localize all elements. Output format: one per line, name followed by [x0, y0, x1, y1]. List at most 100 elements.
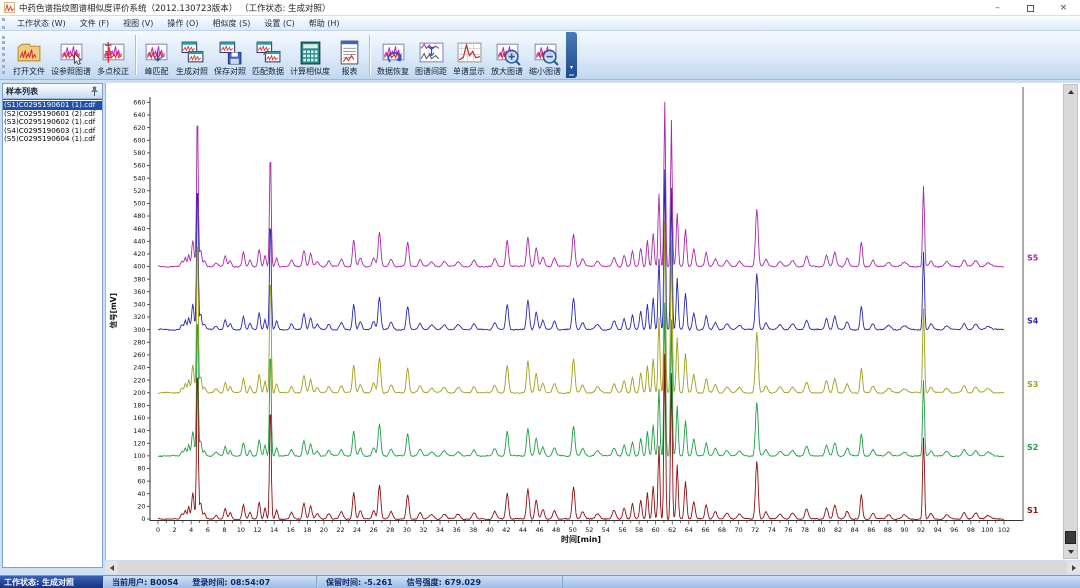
sample-list-title: 样本列表: [6, 86, 38, 97]
svg-text:14: 14: [270, 526, 278, 534]
svg-text:20: 20: [137, 503, 145, 511]
svg-text:340: 340: [133, 301, 145, 309]
toolbar-drag-handle[interactable]: [2, 36, 7, 74]
menu-item-work-state[interactable]: 工作状态 (W): [10, 17, 73, 30]
status-field: 登录时间: 08:54:07: [192, 577, 270, 588]
multi-point-calibration-button[interactable]: 多点校正: [94, 32, 132, 78]
y-axis-label: 信号[mV]: [108, 293, 118, 328]
svg-text:26: 26: [370, 526, 378, 534]
menu-item-help[interactable]: 帮助 (H): [302, 17, 347, 30]
calibration-icon: [100, 39, 127, 66]
menu-bar: 工作状态 (W)文件 (F)视图 (V)操作 (O)相似度 (S)设置 (C)帮…: [0, 16, 1080, 31]
svg-text:66: 66: [701, 526, 709, 534]
svg-text:22: 22: [336, 526, 344, 534]
scroll-down-button[interactable]: [1064, 545, 1077, 558]
scroll-up-button[interactable]: [1064, 85, 1077, 98]
menu-item-settings[interactable]: 设置 (C): [257, 17, 301, 30]
svg-text:300: 300: [133, 326, 145, 334]
toolbar-separator: [135, 35, 137, 75]
svg-text:320: 320: [133, 313, 145, 321]
svg-text:52: 52: [585, 526, 593, 534]
svg-text:68: 68: [718, 526, 726, 534]
toolbar-button-label: 放大图谱: [491, 66, 523, 77]
svg-text:32: 32: [419, 526, 427, 534]
menu-item-view[interactable]: 视图 (V): [116, 17, 160, 30]
svg-text:420: 420: [133, 250, 145, 258]
toolbar-button-label: 设参照图谱: [51, 66, 91, 77]
open-file-icon: [16, 39, 43, 66]
horizontal-scrollbar-track[interactable]: [118, 561, 1067, 574]
status-field: 信号强度: 679.029: [407, 577, 481, 588]
vertical-scrollbar-thumb[interactable]: [1065, 531, 1076, 544]
spectrum-spacing-button[interactable]: 图谱间距: [412, 32, 450, 78]
scroll-left-button[interactable]: [105, 561, 118, 574]
svg-text:520: 520: [133, 187, 145, 195]
app-icon: [4, 2, 15, 13]
svg-text:560: 560: [133, 162, 145, 170]
menu-item-operation[interactable]: 操作 (O): [160, 17, 205, 30]
svg-text:42: 42: [502, 526, 510, 534]
toolbar-button-label: 匹配数据: [252, 66, 284, 77]
save-reference-button[interactable]: 保存对照: [211, 32, 249, 78]
svg-text:600: 600: [133, 136, 145, 144]
chromatogram-chart[interactable]: 0204060801001201401601802002202402602803…: [106, 83, 1058, 560]
svg-text:78: 78: [801, 526, 809, 534]
peak-match-button[interactable]: 峰匹配: [140, 32, 173, 78]
peak-match-icon: [143, 39, 170, 66]
toolbar-button-label: 图谱间距: [415, 66, 447, 77]
scroll-right-button[interactable]: [1067, 561, 1080, 574]
svg-text:92: 92: [917, 526, 925, 534]
svg-text:24: 24: [353, 526, 361, 534]
report-button[interactable]: 报表: [333, 32, 366, 78]
svg-text:90: 90: [900, 526, 908, 534]
svg-text:82: 82: [834, 526, 842, 534]
svg-text:10: 10: [237, 526, 245, 534]
calculate-similarity-button[interactable]: 计算相似度: [287, 32, 333, 78]
single-display-icon: [456, 39, 483, 66]
svg-text:44: 44: [519, 526, 527, 534]
minimize-button[interactable]: –: [981, 0, 1014, 16]
toolbar-overflow-button[interactable]: ▾▁: [566, 32, 577, 78]
svg-text:74: 74: [768, 526, 776, 534]
svg-text:140: 140: [133, 427, 145, 435]
horizontal-scrollbar[interactable]: [105, 561, 1080, 574]
match-data-button[interactable]: 匹配数据: [249, 32, 287, 78]
svg-text:72: 72: [751, 526, 759, 534]
svg-text:8: 8: [222, 526, 226, 534]
vertical-scrollbar[interactable]: [1063, 84, 1078, 559]
sample-list-item[interactable]: (S5)C0295190604 (1).cdf: [3, 135, 102, 144]
svg-text:16: 16: [287, 526, 295, 534]
svg-text:60: 60: [137, 477, 145, 485]
svg-text:260: 260: [133, 351, 145, 359]
svg-text:620: 620: [133, 124, 145, 132]
svg-text:56: 56: [618, 526, 626, 534]
menubar-drag-handle[interactable]: [2, 18, 7, 29]
svg-text:54: 54: [602, 526, 610, 534]
svg-text:12: 12: [253, 526, 261, 534]
toolbar-button-label: 缩小图谱: [529, 66, 561, 77]
svg-text:360: 360: [133, 288, 145, 296]
maximize-button[interactable]: [1014, 0, 1047, 16]
svg-text:98: 98: [967, 526, 975, 534]
series-label-S1: S1: [1027, 506, 1039, 515]
data-recovery-button[interactable]: 数据恢复: [374, 32, 412, 78]
open-file-button[interactable]: 打开文件: [10, 32, 48, 78]
set-reference-spectrum-button[interactable]: 设参照图谱: [48, 32, 94, 78]
user-session-status: 当前用户: B0054登录时间: 08:54:07: [103, 576, 317, 588]
zoom-out-spectrum-button[interactable]: 缩小图谱: [526, 32, 564, 78]
pushpin-icon[interactable]: [90, 86, 99, 97]
menu-item-file[interactable]: 文件 (F): [73, 17, 116, 30]
svg-text:100: 100: [133, 452, 145, 460]
zoom-in-spectrum-button[interactable]: 放大图谱: [488, 32, 526, 78]
close-button[interactable]: ×: [1047, 0, 1080, 16]
zoom-in-icon: [494, 39, 521, 66]
match-data-icon: [255, 39, 282, 66]
svg-text:100: 100: [981, 526, 993, 534]
single-spectrum-display-button[interactable]: 单谱显示: [450, 32, 488, 78]
svg-text:62: 62: [668, 526, 676, 534]
generate-reference-button[interactable]: 生成对照: [173, 32, 211, 78]
svg-text:200: 200: [133, 389, 145, 397]
menu-item-similarity[interactable]: 相似度 (S): [205, 17, 257, 30]
toolbar-button-label: 峰匹配: [145, 66, 169, 77]
svg-text:6: 6: [206, 526, 210, 534]
